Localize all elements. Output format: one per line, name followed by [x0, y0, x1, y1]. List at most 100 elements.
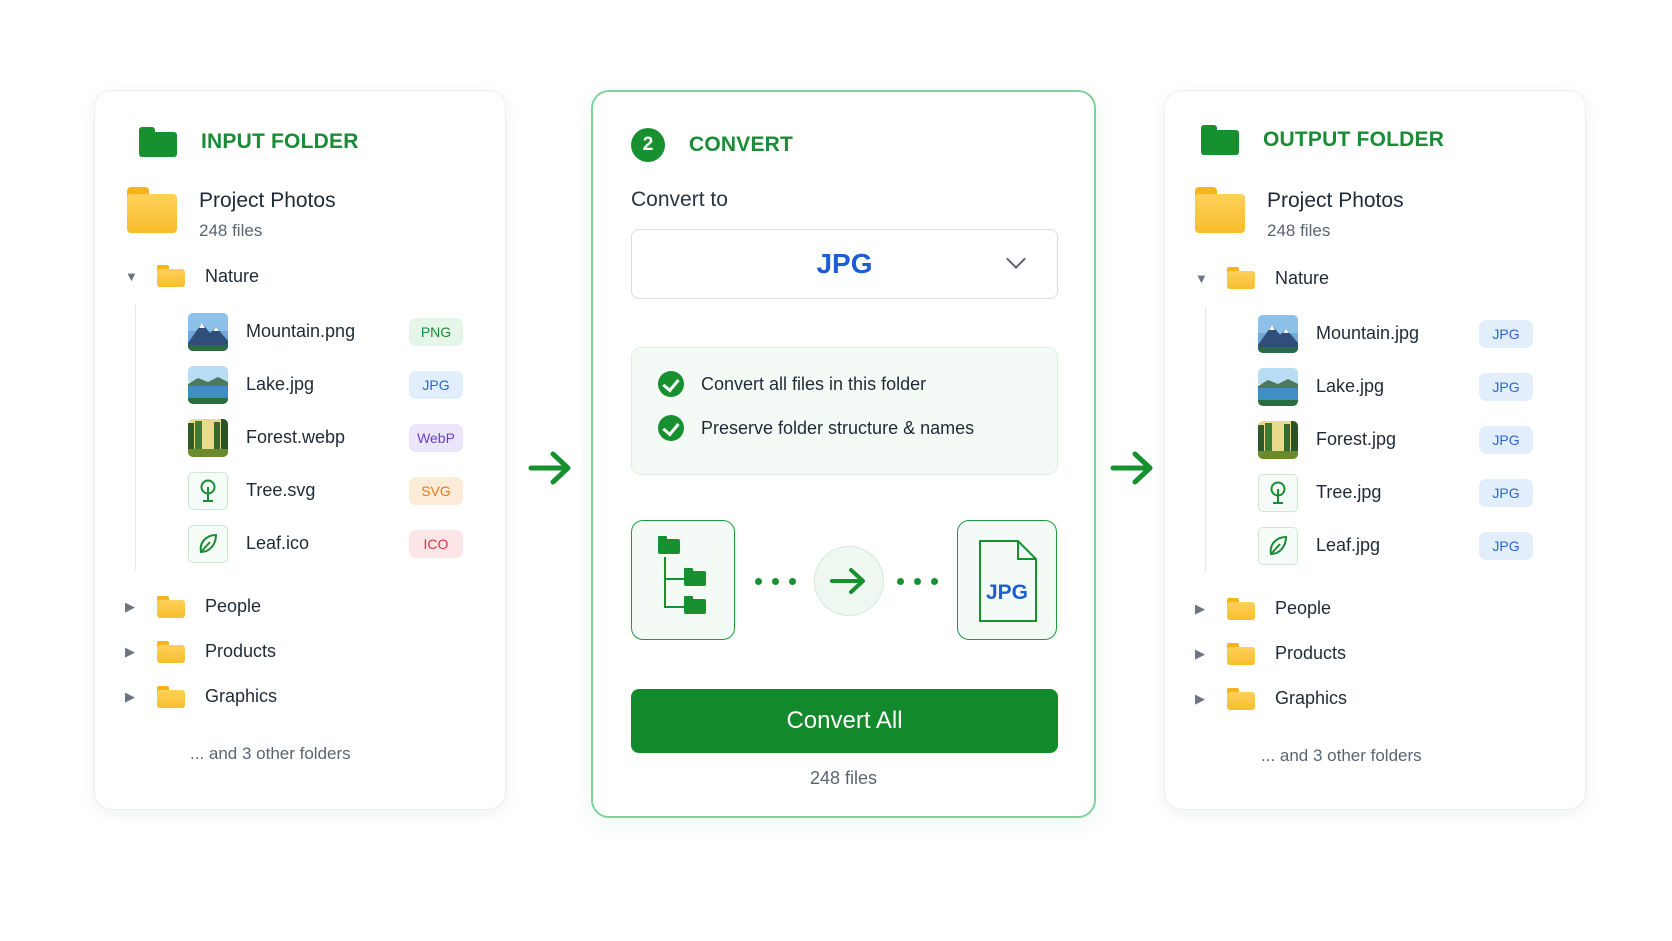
format-dropdown-value: JPG: [816, 248, 873, 279]
file-row[interactable]: Leaf.ico ICO: [188, 517, 485, 570]
file-row[interactable]: Mountain.jpg JPG: [1258, 307, 1555, 360]
check-icon[interactable]: [658, 371, 684, 397]
folder-icon: [157, 595, 185, 618]
lake-thumbnail: [1258, 367, 1298, 406]
file-row[interactable]: Tree.svg SVG: [188, 464, 485, 517]
option-preserve-structure[interactable]: Preserve folder structure & names: [658, 415, 974, 441]
convert-file-count: 248 files: [809, 768, 878, 788]
folder-icon: [127, 187, 177, 233]
folder-row-products[interactable]: ▶ Products: [125, 629, 485, 674]
file-row[interactable]: Lake.jpg JPG: [188, 358, 485, 411]
input-folder-title: INPUT FOLDER: [201, 130, 359, 153]
file-type-badge: PNG: [409, 317, 463, 346]
leaf-icon: [1258, 526, 1298, 565]
output-folder-header: OUTPUT FOLDER: [1201, 125, 1444, 155]
file-name: Mountain.jpg: [1316, 323, 1420, 343]
forest-thumbnail: [188, 418, 228, 457]
folder-tree: ▼ Nature Mountain.jpg JPG Lake.jpg JPG F…: [1195, 263, 1555, 721]
caret-right-icon[interactable]: ▶: [1195, 601, 1215, 617]
folder-icon: [1227, 267, 1255, 289]
root-folder-name: Project Photos: [199, 189, 336, 212]
arrow-right-icon: [528, 451, 571, 485]
jpg-file-icon: JPG: [957, 520, 1057, 640]
file-type-badge: JPG: [1479, 425, 1533, 454]
file-row[interactable]: Mountain.png PNG: [188, 305, 485, 358]
folder-icon: [157, 265, 185, 287]
folder-name: People: [205, 596, 262, 616]
step-number-badge: 2: [631, 128, 665, 162]
folder-row-nature[interactable]: ▼ Nature: [125, 261, 485, 291]
file-name: Lake.jpg: [246, 374, 315, 394]
file-type-badge: JPG: [1479, 319, 1533, 348]
arrow-right-icon: [814, 546, 884, 616]
folder-icon: [1227, 642, 1255, 665]
folder-row-products[interactable]: ▶ Products: [1195, 631, 1555, 676]
file-name: Leaf.jpg: [1316, 535, 1381, 555]
tree-icon: [1258, 473, 1298, 512]
folder-row-graphics[interactable]: ▶ Graphics: [125, 674, 485, 719]
caret-right-icon[interactable]: ▶: [125, 644, 145, 660]
folder-icon: [1195, 187, 1245, 233]
format-dropdown[interactable]: JPG: [631, 229, 1058, 299]
caret-right-icon[interactable]: ▶: [1195, 691, 1215, 707]
folder-icon: [139, 127, 177, 157]
folder-name: People: [1275, 598, 1332, 618]
folder-name: Products: [205, 641, 277, 661]
convert-all-button[interactable]: Convert All: [631, 689, 1058, 753]
dots-left: [755, 578, 796, 585]
dots-right: [897, 578, 938, 585]
file-name: Forest.jpg: [1316, 429, 1397, 449]
folder-row-people[interactable]: ▶ People: [1195, 586, 1555, 631]
file-type-badge: JPG: [409, 370, 463, 399]
file-type-badge: JPG: [1479, 478, 1533, 507]
root-folder-count: 248 files: [1267, 221, 1331, 240]
folder-row-nature[interactable]: ▼ Nature: [1195, 263, 1555, 293]
file-row[interactable]: Forest.jpg JPG: [1258, 413, 1555, 466]
file-row[interactable]: Forest.webp WebP: [188, 411, 485, 464]
folder-icon: [157, 640, 185, 663]
caret-right-icon[interactable]: ▶: [1195, 646, 1215, 662]
file-name: Mountain.png: [246, 321, 356, 341]
option-label: Convert all files in this folder: [701, 373, 927, 394]
file-name: Tree.jpg: [1316, 482, 1382, 502]
caret-down-icon[interactable]: ▼: [125, 269, 145, 284]
folder-name: Nature: [1275, 267, 1330, 288]
file-row[interactable]: Tree.jpg JPG: [1258, 466, 1555, 519]
file-type-badge: ICO: [409, 529, 463, 558]
leaf-icon: [188, 524, 228, 563]
option-convert-all[interactable]: Convert all files in this folder: [658, 371, 926, 397]
options-panel: Convert all files in this folder Preserv…: [631, 347, 1058, 475]
file-name: Leaf.ico: [246, 533, 310, 553]
tree-icon: [188, 471, 228, 510]
folder-row-graphics[interactable]: ▶ Graphics: [1195, 676, 1555, 721]
arrow-right-icon: [1110, 451, 1153, 485]
folder-tree-icon: [631, 520, 735, 640]
caret-down-icon[interactable]: ▼: [1195, 271, 1215, 286]
root-folder[interactable]: Project Photos 248 files: [127, 187, 336, 241]
folder-icon: [157, 685, 185, 708]
output-folder-title: OUTPUT FOLDER: [1263, 128, 1445, 151]
chevron-down-icon: [1006, 249, 1026, 269]
check-icon[interactable]: [658, 415, 684, 441]
root-folder-name: Project Photos: [1267, 189, 1404, 212]
input-folder-header: INPUT FOLDER: [139, 127, 359, 157]
file-row[interactable]: Lake.jpg JPG: [1258, 360, 1555, 413]
convert-header: 2 CONVERT: [631, 128, 793, 162]
file-type-badge: JPG: [1479, 531, 1533, 560]
option-label: Preserve folder structure & names: [701, 417, 975, 438]
caret-right-icon[interactable]: ▶: [125, 599, 145, 615]
root-folder[interactable]: Project Photos 248 files: [1195, 187, 1404, 241]
file-name: Tree.svg: [246, 480, 316, 500]
output-folder-card: OUTPUT FOLDER Project Photos 248 files ▼…: [1164, 90, 1586, 810]
file-name: Lake.jpg: [1316, 376, 1385, 396]
folder-row-people[interactable]: ▶ People: [125, 584, 485, 629]
file-type-badge: SVG: [409, 476, 463, 505]
convert-card: 2 CONVERT Convert to JPG Convert all fil…: [591, 90, 1096, 818]
caret-right-icon[interactable]: ▶: [125, 689, 145, 705]
file-row[interactable]: Leaf.jpg JPG: [1258, 519, 1555, 572]
other-folders-link[interactable]: ... and 3 other folders: [1261, 746, 1422, 766]
folder-name: Products: [1275, 643, 1347, 663]
folder-name: Graphics: [205, 686, 278, 706]
conversion-flow-graphic: JPG: [631, 520, 1058, 642]
other-folders-link[interactable]: ... and 3 other folders: [190, 744, 351, 764]
